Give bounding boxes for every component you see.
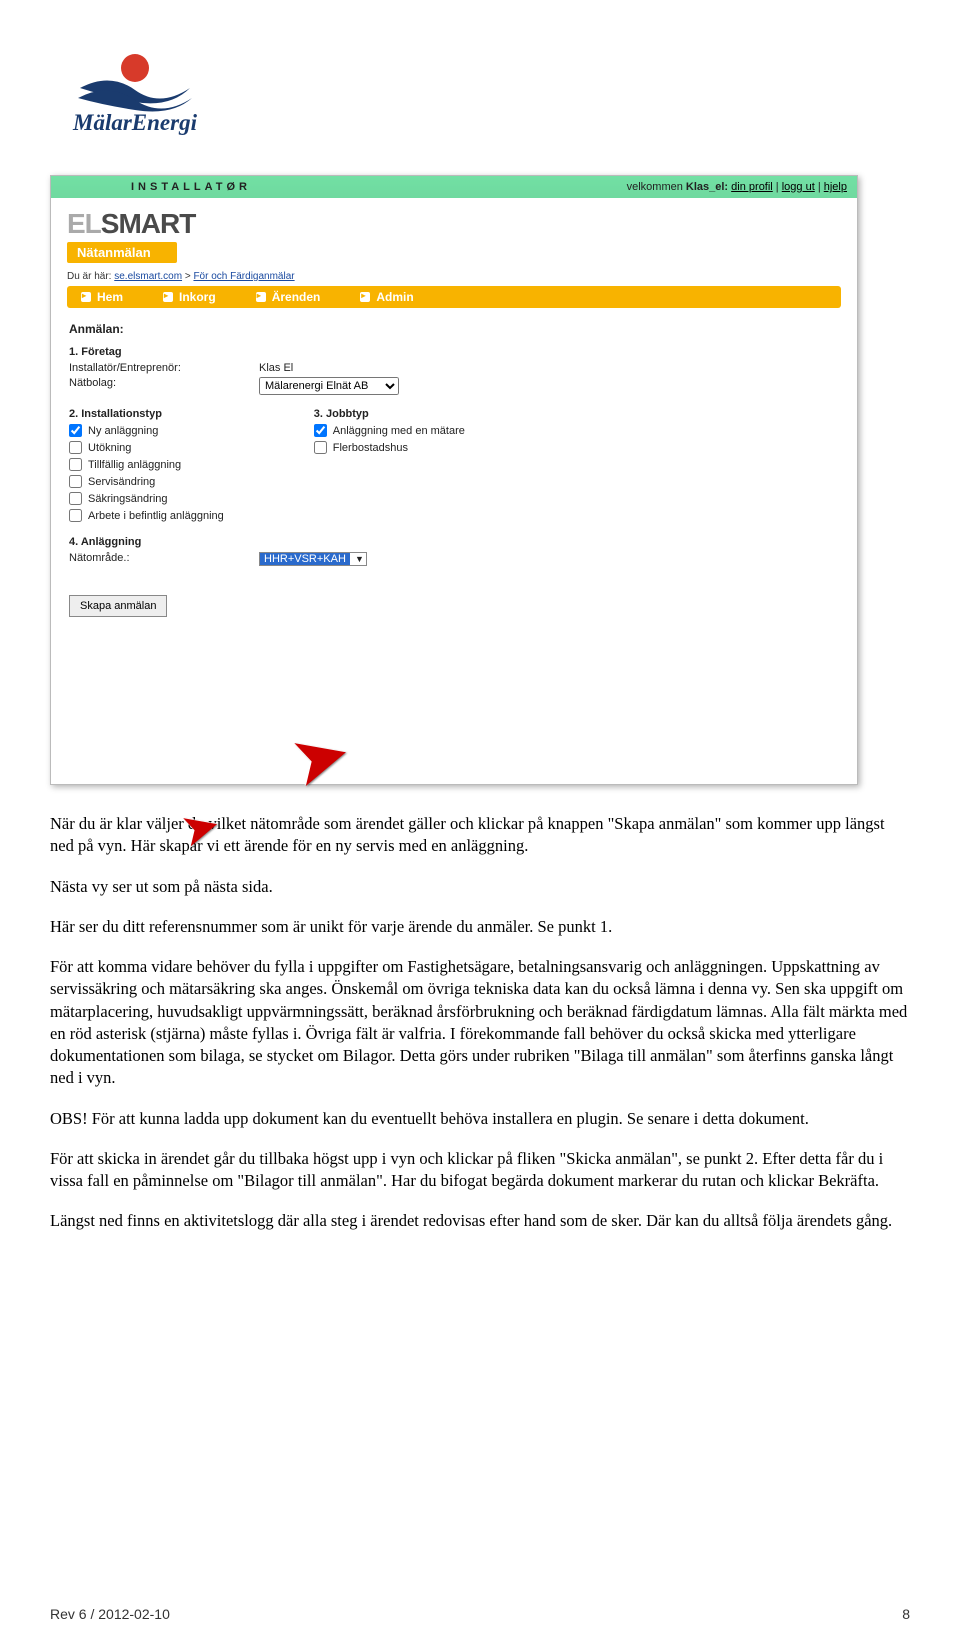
checkbox[interactable] [314,441,327,454]
app-brand: ELSMART Nätanmälan [67,208,841,263]
natbolag-label: Nätbolag: [69,377,219,395]
tab-admin[interactable]: Admin [360,290,413,304]
footer-rev: Rev 6 / 2012-02-10 [50,1606,170,1622]
section-2-title: 2. Installationstyp [69,408,224,420]
checkbox[interactable] [69,441,82,454]
job-type-option[interactable]: Flerbostadshus [314,441,465,454]
create-button[interactable]: Skapa anmälan [69,595,167,617]
cursor-icon: ➤ [281,710,359,804]
paragraph-1: När du är klar väljer du vilket nätområd… [50,813,910,858]
installer-value: Klas El [259,362,293,374]
natomrade-select[interactable]: HHR+VSR+KAH ▼ [259,552,367,566]
header-right: velkommen Klas_el: din profil | logg ut … [627,181,847,193]
form-title: Anmälan: [69,322,839,336]
crumb-section[interactable]: För och Färdiganmälar [193,271,294,282]
checkbox-label: Säkringsändring [88,493,168,505]
natbolag-select[interactable]: Mälarenergi Elnät AB [259,377,399,395]
install-type-option[interactable]: Tillfällig anläggning [69,458,224,471]
checkbox-label: Tillfällig anläggning [88,459,181,471]
installer-label: Installatör/Entreprenör: [69,362,219,374]
install-type-option[interactable]: Säkringsändring [69,492,224,505]
link-logout[interactable]: logg ut [782,181,815,193]
paragraph-6: För att skicka in ärendet går du tillbak… [50,1148,910,1193]
footer-page: 8 [902,1606,910,1622]
screenshot-header: INSTALLATØR velkommen Klas_el: din profi… [51,176,857,198]
page-footer: Rev 6 / 2012-02-10 8 [50,1606,910,1622]
tab-inkorg[interactable]: Inkorg [163,290,216,304]
link-profile[interactable]: din profil [731,181,773,193]
checkbox-label: Anläggning med en mätare [333,425,465,437]
crumb-home[interactable]: se.elsmart.com [114,271,182,282]
section-3-title: 3. Jobbtyp [314,408,465,420]
paragraph-7: Längst ned finns en aktivitetslogg där a… [50,1210,910,1232]
checkbox[interactable] [69,458,82,471]
install-type-option[interactable]: Arbete i befintlig anläggning [69,509,224,522]
role-label: INSTALLATØR [131,181,251,193]
natomrade-label: Nätområde.: [69,552,219,566]
install-type-option[interactable]: Ny anläggning [69,424,224,437]
svg-text:MälarEnergi: MälarEnergi [72,110,198,135]
checkbox[interactable] [69,509,82,522]
section-1-title: 1. Företag [69,346,839,358]
chevron-down-icon: ▼ [355,554,364,564]
paragraph-2: Nästa vy ser ut som på nästa sida. [50,876,910,898]
checkbox[interactable] [314,424,327,437]
tab-icon [360,292,370,302]
tab-icon [256,292,266,302]
app-screenshot: INSTALLATØR velkommen Klas_el: din profi… [50,175,858,785]
checkbox-label: Arbete i befintlig anläggning [88,510,224,522]
tab-arenden[interactable]: Ärenden [256,290,321,304]
tab-hem[interactable]: Hem [81,290,123,304]
checkbox[interactable] [69,492,82,505]
job-type-option[interactable]: Anläggning med en mätare [314,424,465,437]
install-type-option[interactable]: Servisändring [69,475,224,488]
link-help[interactable]: hjelp [824,181,847,193]
tab-bar: Hem Inkorg Ärenden Admin [67,286,841,308]
company-logo: MälarEnergi [50,50,910,145]
tab-icon [163,292,173,302]
paragraph-3: Här ser du ditt referensnummer som är un… [50,916,910,938]
breadcrumb: Du är här: se.elsmart.com > För och Färd… [67,271,841,282]
paragraph-4: För att komma vidare behöver du fylla i … [50,956,910,1090]
checkbox[interactable] [69,424,82,437]
install-type-option[interactable]: Utökning [69,441,224,454]
checkbox-label: Servisändring [88,476,155,488]
checkbox[interactable] [69,475,82,488]
checkbox-label: Utökning [88,442,131,454]
section-4-title: 4. Anläggning [69,536,839,548]
checkbox-label: Flerbostadshus [333,442,408,454]
checkbox-label: Ny anläggning [88,425,158,437]
tab-icon [81,292,91,302]
paragraph-5: OBS! För att kunna ladda upp dokument ka… [50,1108,910,1130]
